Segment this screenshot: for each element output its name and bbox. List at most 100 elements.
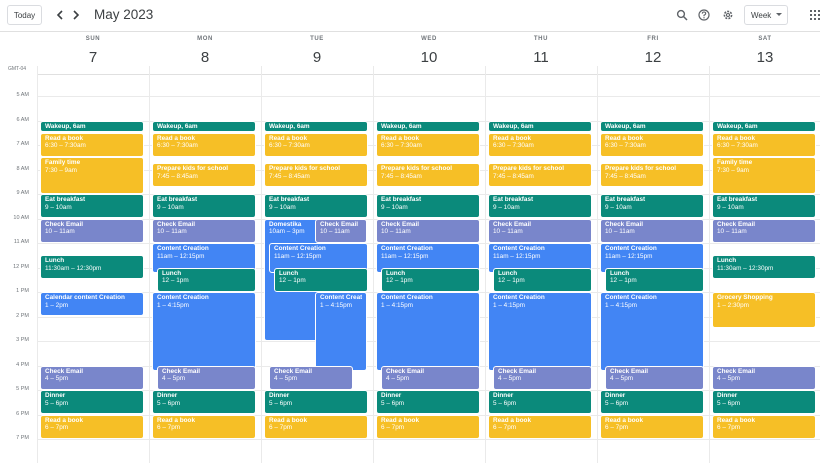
calendar-event[interactable]: Check Email 4 – 5pm xyxy=(157,365,256,390)
calendar-event[interactable]: Calendar content Creation 1 – 2pm xyxy=(40,292,144,316)
day-header-mon[interactable]: MON 8 xyxy=(149,36,261,66)
calendar-event[interactable]: Check Email 10 – 11am xyxy=(40,218,144,243)
calendar-event[interactable]: Read a book 6 – 7pm xyxy=(600,414,704,439)
calendar-event[interactable]: Wakeup, 6am xyxy=(600,120,704,133)
calendar-event[interactable]: Lunch 12 – 1pm xyxy=(157,267,256,292)
calendar-event[interactable]: Read a book 6:30 – 7:30am xyxy=(376,132,480,157)
day-number[interactable]: 12 xyxy=(597,49,709,66)
calendar-event[interactable]: Eat breakfast 9 – 10am xyxy=(488,194,592,218)
calendar-event[interactable]: Dinner 5 – 6pm xyxy=(376,390,480,414)
chevron-left-icon[interactable] xyxy=(53,7,67,23)
calendar-event[interactable]: Check Email 4 – 5pm xyxy=(40,365,144,390)
calendar-event[interactable]: Dinner 5 – 6pm xyxy=(600,390,704,414)
event-title: Dinner xyxy=(157,392,178,399)
day-header-sun[interactable]: SUN 7 xyxy=(37,36,149,66)
day-number[interactable]: 8 xyxy=(149,49,261,66)
event-title: Grocery Shopping xyxy=(717,294,773,301)
calendar-event[interactable]: Lunch 12 – 1pm xyxy=(493,267,592,292)
day-number[interactable]: 10 xyxy=(373,49,485,66)
day-header-sat[interactable]: SAT 13 xyxy=(709,36,820,66)
calendar-event[interactable]: Read a book 6:30 – 7:30am xyxy=(40,132,144,157)
calendar-event[interactable]: Eat breakfast 9 – 10am xyxy=(376,194,480,218)
day-number[interactable]: 11 xyxy=(485,49,597,66)
calendar-event[interactable]: Dinner 5 – 6pm xyxy=(264,390,368,414)
calendar-event[interactable]: Prepare kids for school 7:45 – 8:45am xyxy=(152,163,256,188)
search-icon[interactable] xyxy=(673,6,691,24)
calendar-event[interactable]: Eat breakfast 9 – 10am xyxy=(600,194,704,218)
calendar-event[interactable]: Wakeup, 6am xyxy=(488,120,592,133)
calendar-event[interactable]: Read a book 6 – 7pm xyxy=(488,414,592,439)
calendar-event[interactable]: Lunch 11:30am – 12:30pm xyxy=(40,255,144,280)
calendar-event[interactable]: Check Email 10 – 11am xyxy=(376,218,480,243)
calendar-event[interactable]: Read a book 6 – 7pm xyxy=(40,414,144,439)
calendar-event[interactable]: Read a book 6:30 – 7:30am xyxy=(264,132,368,157)
calendar-event[interactable]: Check Email 4 – 5pm xyxy=(381,365,480,390)
calendar-event[interactable]: Wakeup, 6am xyxy=(712,120,816,133)
calendar-event[interactable]: Prepare kids for school 7:45 – 8:45am xyxy=(488,163,592,188)
event-title: Content Creation xyxy=(274,245,326,252)
calendar-event[interactable]: Check Email 4 – 5pm xyxy=(269,365,353,390)
chevron-right-icon[interactable] xyxy=(69,7,83,23)
calendar-event[interactable]: Lunch 12 – 1pm xyxy=(381,267,480,292)
event-title: Eat breakfast xyxy=(157,196,198,203)
today-button[interactable]: Today xyxy=(7,5,42,25)
calendar-event[interactable]: Dinner 5 – 6pm xyxy=(488,390,592,414)
day-number[interactable]: 13 xyxy=(709,49,820,66)
view-select[interactable]: Week xyxy=(744,5,788,25)
calendar-event[interactable]: Content Creation1 – 4:15pm xyxy=(315,292,367,372)
calendar-event[interactable]: Prepare kids for school 7:45 – 8:45am xyxy=(264,163,368,188)
calendar-event[interactable]: Grocery Shopping 1 – 2:30pm xyxy=(712,292,816,329)
calendar-event[interactable]: Eat breakfast 9 – 10am xyxy=(152,194,256,218)
settings-icon[interactable] xyxy=(719,6,737,24)
calendar-event[interactable]: Read a book 6:30 – 7:30am xyxy=(712,132,816,157)
calendar-event[interactable]: Dinner 5 – 6pm xyxy=(152,390,256,414)
calendar-event[interactable]: Read a book 6 – 7pm xyxy=(712,414,816,439)
calendar-event[interactable]: Wakeup, 6am xyxy=(40,120,144,133)
calendar-event[interactable]: Lunch 12 – 1pm xyxy=(605,267,704,292)
calendar-event[interactable]: Wakeup, 6am xyxy=(376,120,480,133)
calendar-event[interactable]: Eat breakfast 9 – 10am xyxy=(40,194,144,218)
calendar-event[interactable]: Wakeup, 6am xyxy=(152,120,256,133)
calendar-event[interactable]: Family time 7:30 – 9am xyxy=(712,157,816,194)
event-time: 9 – 10am xyxy=(717,203,744,211)
calendar-event[interactable]: Lunch 11:30am – 12:30pm xyxy=(712,255,816,280)
day-header-fri[interactable]: FRI 12 xyxy=(597,36,709,66)
calendar-event[interactable]: Check Email 4 – 5pm xyxy=(493,365,592,390)
calendar-event[interactable]: Check Email 4 – 5pm xyxy=(605,365,704,390)
calendar-event[interactable]: Read a book 6:30 – 7:30am xyxy=(152,132,256,157)
calendar-event[interactable]: Check Email 10 – 11am xyxy=(315,218,367,243)
calendar-event[interactable]: Prepare kids for school 7:45 – 8:45am xyxy=(376,163,480,188)
calendar-event[interactable]: Eat breakfast 9 – 10am xyxy=(712,194,816,218)
calendar-event[interactable]: Dinner 5 – 6pm xyxy=(712,390,816,414)
apps-grid-icon[interactable] xyxy=(806,6,820,24)
event-time: 4 – 5pm xyxy=(386,375,410,383)
calendar-event[interactable]: Lunch 12 – 1pm xyxy=(274,267,368,292)
calendar-event[interactable]: Content Creation1 – 4:15pm xyxy=(376,292,480,372)
help-icon[interactable] xyxy=(695,6,713,24)
event-time: 11am – 12:15pm xyxy=(605,252,653,260)
calendar-event[interactable]: Check Email 4 – 5pm xyxy=(712,365,816,390)
calendar-event[interactable]: Check Email 10 – 11am xyxy=(152,218,256,243)
calendar-event[interactable]: Content Creation1 – 4:15pm xyxy=(152,292,256,372)
calendar-event[interactable]: Family time 7:30 – 9am xyxy=(40,157,144,194)
calendar-event[interactable]: Check Email 10 – 11am xyxy=(488,218,592,243)
calendar-event[interactable]: Read a book 6 – 7pm xyxy=(264,414,368,439)
day-number[interactable]: 7 xyxy=(37,49,149,66)
calendar-event[interactable]: Dinner 5 – 6pm xyxy=(40,390,144,414)
calendar-event[interactable]: Content Creation1 – 4:15pm xyxy=(600,292,704,372)
calendar-event[interactable]: Read a book 6:30 – 7:30am xyxy=(600,132,704,157)
calendar-event[interactable]: Read a book 6 – 7pm xyxy=(152,414,256,439)
day-header-wed[interactable]: WED 10 xyxy=(373,36,485,66)
event-title: Dinner xyxy=(45,392,66,399)
calendar-event[interactable]: Wakeup, 6am xyxy=(264,120,368,133)
day-header-thu[interactable]: THU 11 xyxy=(485,36,597,66)
calendar-event[interactable]: Check Email 10 – 11am xyxy=(712,218,816,243)
calendar-event[interactable]: Prepare kids for school 7:45 – 8:45am xyxy=(600,163,704,188)
calendar-event[interactable]: Read a book 6:30 – 7:30am xyxy=(488,132,592,157)
calendar-event[interactable]: Content Creation1 – 4:15pm xyxy=(488,292,592,372)
calendar-event[interactable]: Read a book 6 – 7pm xyxy=(376,414,480,439)
day-header-tue[interactable]: TUE 9 xyxy=(261,36,373,66)
day-number[interactable]: 9 xyxy=(261,49,373,66)
calendar-event[interactable]: Eat breakfast 9 – 10am xyxy=(264,194,368,218)
calendar-event[interactable]: Check Email 10 – 11am xyxy=(600,218,704,243)
